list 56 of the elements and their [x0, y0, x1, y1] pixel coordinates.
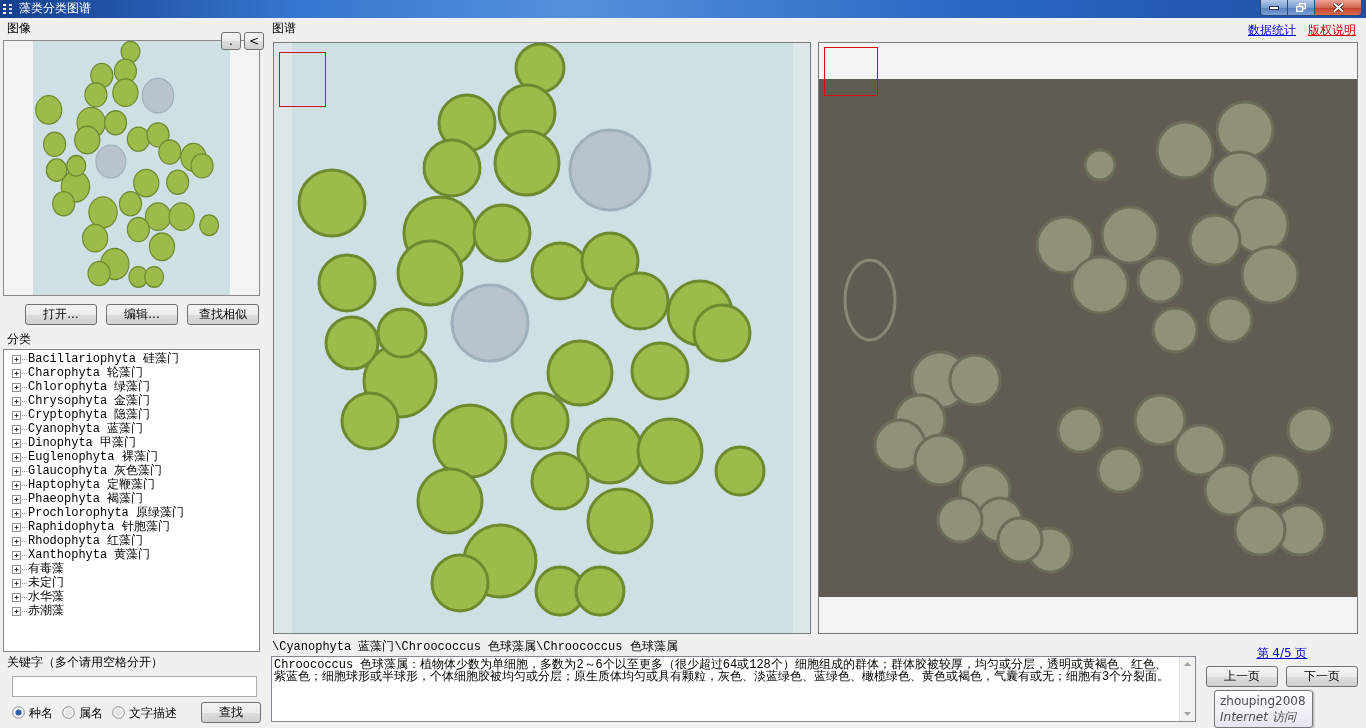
- keyword-input[interactable]: [12, 676, 257, 697]
- next-page-button[interactable]: 下一页: [1286, 666, 1358, 687]
- prev-page-button[interactable]: 上一页: [1206, 666, 1278, 687]
- tree-item[interactable]: Euglenophyta 裸藻门: [12, 450, 259, 464]
- viewport-frame[interactable]: [279, 52, 326, 107]
- radio-icon[interactable]: [112, 706, 125, 719]
- tree-item[interactable]: Xanthophyta 黄藻门: [12, 548, 259, 562]
- tree-item[interactable]: 未定门: [12, 576, 259, 590]
- description-text: Chroococcus 色球藻属：植物体少数为单细胞，多数为2～6个以至更多（很少超过64或128个）细胞组成的群体；群体胶被较厚，均匀或分层，透明或黄褐色、红色、紫蓝色；细胞球形或半球形，个体细胞胶被均匀或分层；原生质体均匀或具有颗粒，灰色、淡蓝绿色、蓝绿色、橄榄绿色、黄色或褐色，气囊有或无；细胞有3个分裂面。: [273, 657, 1171, 686]
- radio-option[interactable]: 文字描述: [112, 705, 177, 720]
- tree-item[interactable]: Chrysophyta 金藻门: [12, 394, 259, 408]
- tree-item[interactable]: Cryptophyta 隐藻门: [12, 408, 259, 422]
- close-icon: [1332, 3, 1344, 12]
- window-title: 藻类分类图谱: [19, 0, 91, 17]
- tooltip-text: zhouping2008: [1220, 693, 1306, 709]
- tree-item[interactable]: Phaeophyta 褐藻门: [12, 492, 259, 506]
- page-link[interactable]: 第 4/5 页: [1256, 646, 1308, 660]
- section-label: 图像: [6, 21, 31, 35]
- tree-item[interactable]: Haptophyta 定鞭藻门: [12, 478, 259, 492]
- tooltip-text: Internet 访问: [1220, 709, 1296, 725]
- nav-button[interactable]: .: [221, 32, 241, 50]
- radio-icon[interactable]: [62, 706, 75, 719]
- description-field[interactable]: Chroococcus 色球藻属：植物体少数为单细胞，多数为2～6个以至更多（很少超过64或128个）细胞组成的群体；群体胶被较厚，均匀或分层，透明或黄褐色、红色、紫蓝色；细胞球形或半球形，个体细胞胶被均匀或分层；原生质体均匀或具有颗粒，灰色、淡蓝绿色、蓝绿色、橄榄绿色、黄色或褐色，气囊有或无；细胞有3个分裂面。: [271, 656, 1196, 722]
- search-button[interactable]: 查找: [201, 702, 261, 723]
- radio-option[interactable]: 属名: [62, 705, 103, 720]
- header-link[interactable]: 数据统计: [1248, 23, 1296, 37]
- action-button[interactable]: 查找相似: [187, 304, 259, 325]
- tree-item[interactable]: Glaucophyta 灰色藻门: [12, 464, 259, 478]
- header-link[interactable]: 版权说明: [1308, 23, 1356, 37]
- section-label: 图谱: [272, 21, 296, 35]
- restore-button[interactable]: [1288, 0, 1315, 16]
- tree-item[interactable]: 水华藻: [12, 590, 259, 604]
- tree-item[interactable]: 有毒藻: [12, 562, 259, 576]
- taxonomy-path: \Cyanophyta 蓝藻门\Chroococcus 色球藻属\Chroococcus 色球藻属: [272, 640, 679, 654]
- tree-item[interactable]: Prochlorophyta 原绿藻门: [12, 506, 259, 520]
- action-button[interactable]: 打开...: [25, 304, 97, 325]
- tree-item[interactable]: Rhodophyta 红藻门: [12, 534, 259, 548]
- tree-item[interactable]: Raphidophyta 针胞藻门: [12, 520, 259, 534]
- tree-item[interactable]: 赤潮藻: [12, 604, 259, 618]
- viewport-frame[interactable]: [824, 47, 878, 96]
- tree-item[interactable]: Cyanophyta 蓝藻门: [12, 422, 259, 436]
- radio-option[interactable]: 种名: [12, 705, 53, 720]
- minimize-button[interactable]: [1260, 0, 1288, 16]
- minimize-icon: [1269, 5, 1279, 10]
- action-button[interactable]: 编辑...: [106, 304, 178, 325]
- tree-item[interactable]: Charophyta 轮藻门: [12, 366, 259, 380]
- radio-icon[interactable]: [12, 706, 25, 719]
- tree-item[interactable]: Dinophyta 甲藻门: [12, 436, 259, 450]
- close-button[interactable]: [1315, 0, 1362, 16]
- section-label: 关键字（多个请用空格分开）: [6, 655, 164, 669]
- app-icon: [2, 3, 14, 15]
- tree-item[interactable]: Bacillariophyta 硅藻门: [12, 352, 259, 366]
- section-label: 分类: [6, 332, 32, 346]
- restore-icon: [1296, 3, 1306, 12]
- nav-button[interactable]: <: [244, 32, 264, 50]
- tree-item[interactable]: Chlorophyta 绿藻门: [12, 380, 259, 394]
